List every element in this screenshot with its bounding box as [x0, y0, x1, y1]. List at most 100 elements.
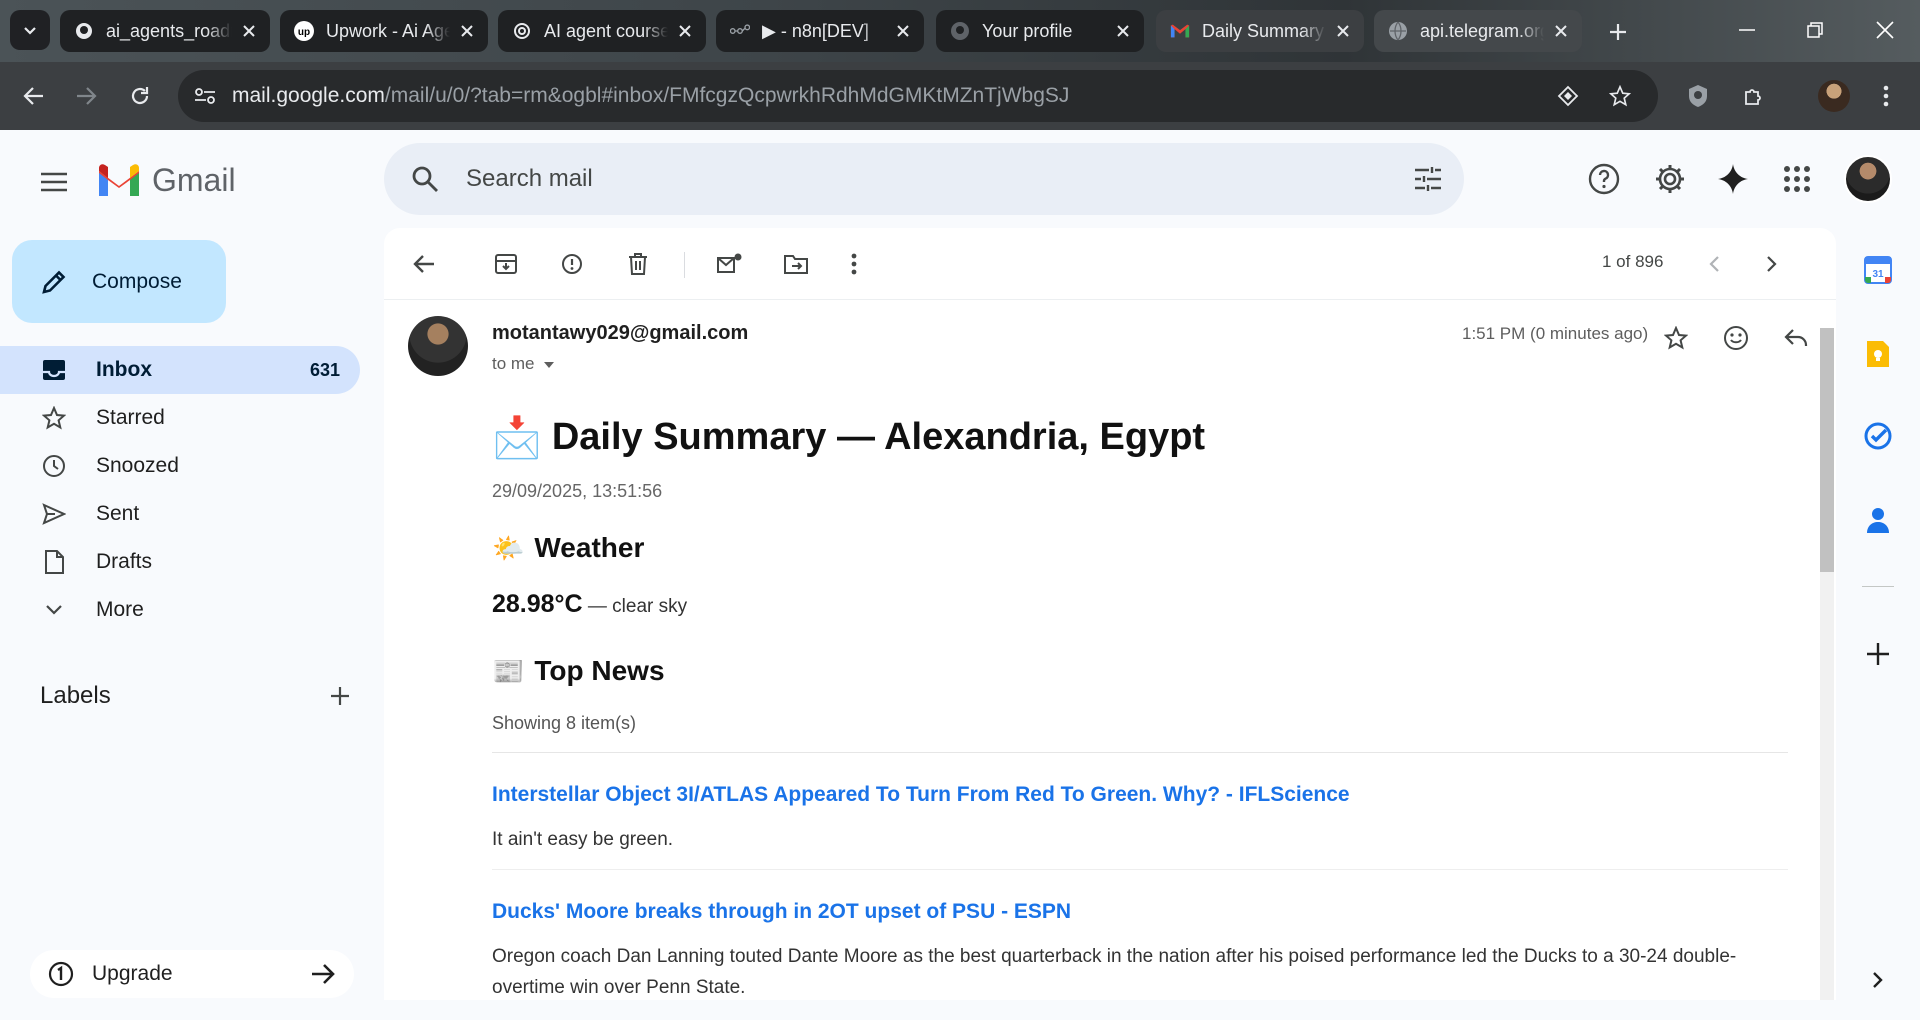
search-icon[interactable]	[384, 165, 466, 193]
browser-tab[interactable]: ▶ - n8n[DEV]	[716, 10, 924, 52]
shield-extension-icon[interactable]	[1678, 76, 1718, 116]
news-heading: 📰 Top News	[492, 655, 1788, 687]
gmail-logo[interactable]: Gmail	[96, 160, 236, 200]
folder-move-icon	[784, 255, 808, 274]
recipient-label: to me	[492, 354, 535, 373]
temperature: 28.98°C	[492, 590, 583, 618]
nav-item-drafts[interactable]: Drafts	[0, 538, 360, 586]
trash-icon	[629, 253, 647, 275]
plus-icon	[1867, 643, 1889, 665]
recipient-details[interactable]: to me	[492, 354, 555, 374]
browser-tab[interactable]: up Upwork - Ai Agent	[280, 10, 488, 52]
back-button[interactable]	[14, 76, 54, 116]
calendar-app-icon[interactable]: 31	[1858, 250, 1898, 290]
back-to-inbox-button[interactable]	[404, 244, 444, 284]
nav-item-more[interactable]: More	[0, 586, 360, 634]
reload-button[interactable]	[120, 76, 160, 116]
browser-tab-active[interactable]: Daily Summary	[1156, 10, 1364, 52]
close-icon[interactable]	[674, 20, 696, 42]
plus-icon	[1610, 24, 1626, 40]
bookmark-star-icon[interactable]	[1602, 78, 1638, 114]
more-actions-button[interactable]	[834, 244, 874, 284]
clock-icon	[40, 452, 68, 480]
browser-toolbar: mail.google.com/mail/u/0/?tab=rm&ogbl#in…	[0, 62, 1920, 130]
report-spam-button[interactable]	[552, 244, 592, 284]
keep-app-icon[interactable]	[1858, 334, 1898, 374]
settings-gear-icon[interactable]	[1645, 154, 1695, 204]
account-avatar[interactable]	[1844, 155, 1892, 203]
site-info-icon[interactable]	[178, 70, 232, 122]
contacts-app-icon[interactable]	[1858, 500, 1898, 540]
more-vert-icon	[851, 253, 857, 275]
sender-avatar[interactable]	[408, 316, 468, 376]
chevron-down-icon	[24, 27, 36, 35]
add-reaction-button[interactable]	[1716, 318, 1756, 358]
mark-unread-button[interactable]	[710, 244, 750, 284]
weather-heading-text: Weather	[534, 532, 645, 563]
search-input[interactable]	[466, 165, 1392, 193]
main-menu-button[interactable]	[30, 158, 78, 206]
nav-item-sent[interactable]: Sent	[0, 490, 360, 538]
message-toolbar: 1 of 896	[384, 228, 1836, 300]
restore-button[interactable]	[1790, 10, 1840, 50]
unread-count: 631	[309, 359, 340, 380]
get-addons-button[interactable]	[1858, 634, 1898, 674]
upgrade-badge-icon	[48, 961, 74, 987]
nav-item-starred[interactable]: Starred	[0, 394, 360, 442]
star-message-button[interactable]	[1656, 318, 1696, 358]
gmail-icon	[1170, 21, 1190, 41]
search-options-icon[interactable]	[1392, 166, 1464, 192]
add-label-button[interactable]	[320, 676, 360, 716]
close-icon[interactable]	[1112, 20, 1134, 42]
delete-button[interactable]	[618, 244, 658, 284]
compose-button[interactable]: Compose	[12, 240, 226, 323]
browser-menu-icon[interactable]	[1866, 76, 1906, 116]
older-button[interactable]	[1752, 244, 1792, 284]
archive-button[interactable]	[486, 244, 526, 284]
profile-avatar[interactable]	[1814, 76, 1854, 116]
gmail-logo-text: Gmail	[152, 161, 236, 198]
newer-button[interactable]	[1694, 244, 1734, 284]
star-icon	[1664, 326, 1688, 350]
close-icon[interactable]	[456, 20, 478, 42]
new-tab-button[interactable]	[1600, 14, 1636, 50]
close-icon[interactable]	[1332, 20, 1354, 42]
extensions-icon[interactable]	[1734, 76, 1774, 116]
show-side-panel-button[interactable]	[1858, 960, 1898, 1000]
nav-item-snoozed[interactable]: Snoozed	[0, 442, 360, 490]
nav-label: Sent	[96, 502, 140, 525]
close-icon[interactable]	[892, 20, 914, 42]
scrollbar-thumb[interactable]	[1820, 328, 1834, 572]
address-bar[interactable]: mail.google.com/mail/u/0/?tab=rm&ogbl#in…	[178, 70, 1658, 122]
labels-header: Labels	[40, 676, 360, 716]
news-link[interactable]: Ducks' Moore breaks through in 2OT upset…	[492, 900, 1788, 924]
nav-item-inbox[interactable]: Inbox 631	[0, 346, 360, 394]
move-to-button[interactable]	[776, 244, 816, 284]
tab-search-button[interactable]	[10, 10, 50, 50]
close-window-button[interactable]	[1860, 10, 1910, 50]
help-icon[interactable]	[1579, 154, 1629, 204]
sender-email[interactable]: motantawy029@gmail.com	[492, 322, 748, 345]
github-icon	[74, 21, 94, 41]
gemini-sparkle-icon[interactable]	[1708, 154, 1758, 204]
news-description: It ain't easy be green.	[492, 829, 674, 850]
close-icon[interactable]	[1550, 20, 1572, 42]
reply-button[interactable]	[1776, 318, 1816, 358]
browser-tab[interactable]: api.telegram.org	[1374, 10, 1582, 52]
lens-icon[interactable]	[1550, 78, 1586, 114]
browser-tab[interactable]: ai_agents_roadmap	[60, 10, 270, 52]
weather-condition: — clear sky	[582, 596, 688, 617]
weather-heading: 🌤️ Weather	[492, 532, 1788, 564]
tasks-app-icon[interactable]	[1858, 416, 1898, 456]
upgrade-button[interactable]: Upgrade	[30, 950, 354, 998]
close-icon[interactable]	[238, 20, 260, 42]
sun-cloud-icon: 🌤️	[492, 532, 525, 563]
forward-button[interactable]	[66, 76, 106, 116]
arrow-left-icon	[23, 87, 43, 105]
browser-tab[interactable]: AI agent course	[498, 10, 706, 52]
apps-grid-icon[interactable]	[1772, 154, 1822, 204]
browser-tab[interactable]: Your profile	[936, 10, 1144, 52]
search-bar[interactable]	[384, 143, 1464, 215]
minimize-button[interactable]	[1722, 10, 1772, 50]
news-link[interactable]: Interstellar Object 3I/ATLAS Appeared To…	[492, 783, 1788, 807]
